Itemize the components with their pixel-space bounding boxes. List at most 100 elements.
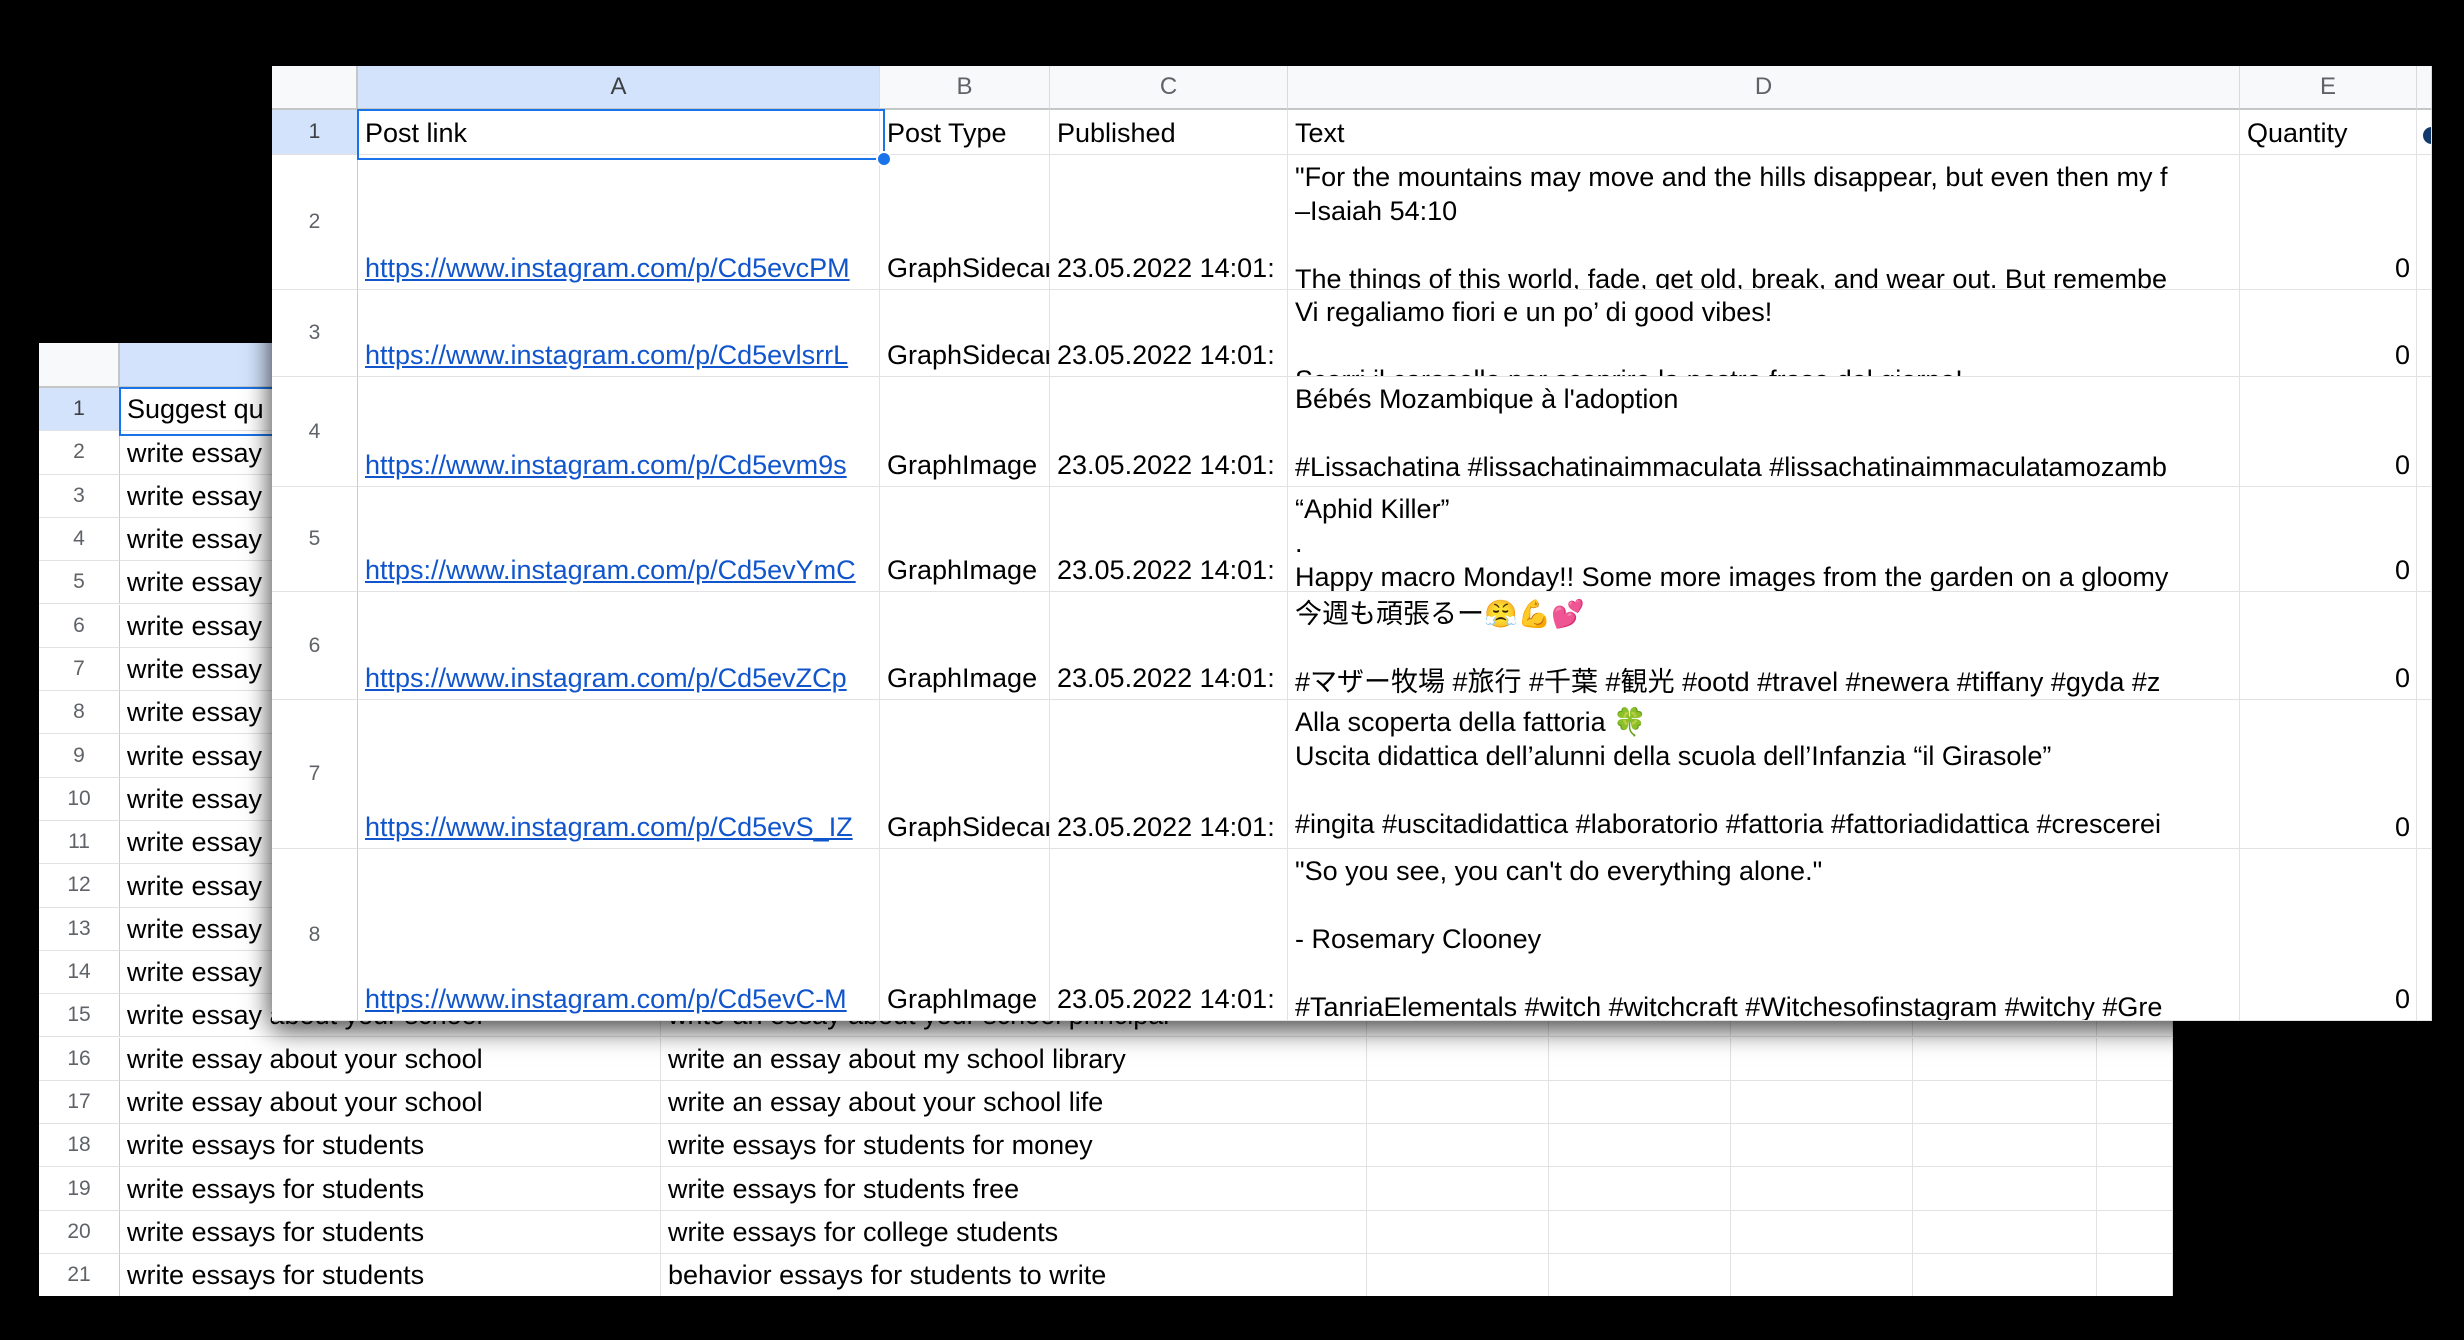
cell-empty[interactable]: [1549, 1124, 1731, 1167]
row-header-5[interactable]: 5: [272, 487, 358, 592]
cell-post-type[interactable]: GraphSidecar: [880, 290, 1050, 377]
cell-post-link[interactable]: https://www.instagram.com/p/Cd5evm9s: [358, 377, 880, 487]
cell-empty[interactable]: [1731, 1081, 1913, 1124]
row-header-5[interactable]: 5: [39, 561, 120, 604]
cell-empty[interactable]: [1731, 1211, 1913, 1254]
row-header-6[interactable]: 6: [272, 592, 358, 700]
cell-post-link[interactable]: https://www.instagram.com/p/Cd5evcPM: [358, 155, 880, 290]
row-header-1[interactable]: 1: [272, 110, 358, 155]
cell-empty[interactable]: [1913, 1124, 2097, 1167]
cell-empty[interactable]: [1367, 1038, 1549, 1081]
cell-quantity[interactable]: 0: [2240, 487, 2417, 592]
cell-empty[interactable]: [2417, 849, 2432, 1021]
cell-post-type[interactable]: GraphImage: [880, 377, 1050, 487]
cell-empty[interactable]: [1549, 1038, 1731, 1081]
row-header-3[interactable]: 3: [39, 475, 120, 518]
cell-empty[interactable]: [1913, 1167, 2097, 1210]
cell-empty[interactable]: [1913, 1254, 2097, 1296]
row-header-10[interactable]: 10: [39, 778, 120, 821]
row-header-11[interactable]: 11: [39, 821, 120, 864]
cell-text[interactable]: 今週も頑張るー😤💪💕#マザー牧場 #旅行 #千葉 #観光 #ootd #trav…: [1288, 592, 2240, 700]
row-header-7[interactable]: 7: [39, 648, 120, 691]
cell-empty[interactable]: [2417, 155, 2432, 290]
cell-quantity[interactable]: 0: [2240, 592, 2417, 700]
column-header-partial[interactable]: [2417, 66, 2432, 110]
cell-empty[interactable]: [2097, 1038, 2173, 1081]
row-header-16[interactable]: 16: [39, 1038, 120, 1081]
cell-suggestion[interactable]: behavior essays for students to write: [661, 1254, 1367, 1296]
cell-empty[interactable]: [1549, 1081, 1731, 1124]
row-header-17[interactable]: 17: [39, 1081, 120, 1124]
cell-empty[interactable]: [1913, 1038, 2097, 1081]
cell-quantity[interactable]: 0: [2240, 700, 2417, 849]
cell-empty[interactable]: [2097, 1081, 2173, 1124]
cell-empty[interactable]: [1549, 1211, 1731, 1254]
cell-text[interactable]: Bébés Mozambique à l'adoption#Lissachati…: [1288, 377, 2240, 487]
cell-empty[interactable]: [1367, 1254, 1549, 1296]
cell-suggest-query[interactable]: write essay about your school: [120, 1038, 661, 1081]
column-header-E[interactable]: E: [2240, 66, 2417, 110]
row-header-8[interactable]: 8: [39, 691, 120, 734]
cell-published[interactable]: 23.05.2022 14:01:: [1050, 487, 1288, 592]
cell-published[interactable]: 23.05.2022 14:01:: [1050, 849, 1288, 1021]
cell-empty[interactable]: [2417, 290, 2432, 377]
row-header-2[interactable]: 2: [39, 431, 120, 474]
cell-quantity[interactable]: 0: [2240, 290, 2417, 377]
cell-empty[interactable]: [1367, 1211, 1549, 1254]
cell-empty[interactable]: [1731, 1124, 1913, 1167]
cell-post-type[interactable]: GraphSidecar: [880, 700, 1050, 849]
cell-empty[interactable]: [1913, 1211, 2097, 1254]
cell-empty[interactable]: [2097, 1254, 2173, 1296]
cell-empty[interactable]: [1367, 1167, 1549, 1210]
cell-empty[interactable]: [1731, 1254, 1913, 1296]
cell-empty[interactable]: [2417, 377, 2432, 487]
cell-empty[interactable]: [2417, 592, 2432, 700]
row-header-2[interactable]: 2: [272, 155, 358, 290]
sheet-corner-select-all[interactable]: [39, 343, 120, 388]
row-header-7[interactable]: 7: [272, 700, 358, 849]
cell-suggestion[interactable]: write an essay about my school library: [661, 1038, 1367, 1081]
row-header-4[interactable]: 4: [272, 377, 358, 487]
cell-header-post-link[interactable]: Post link: [358, 110, 880, 155]
cell-empty[interactable]: [2417, 487, 2432, 592]
cell-empty[interactable]: [1913, 1081, 2097, 1124]
cell-text[interactable]: Alla scoperta della fattoria 🍀Uscita did…: [1288, 700, 2240, 849]
cell-suggest-query[interactable]: write essays for students: [120, 1124, 661, 1167]
row-header-9[interactable]: 9: [39, 734, 120, 777]
row-header-14[interactable]: 14: [39, 951, 120, 994]
cell-post-link[interactable]: https://www.instagram.com/p/Cd5evZCp: [358, 592, 880, 700]
cell-empty[interactable]: [1731, 1038, 1913, 1081]
cell-text[interactable]: "For the mountains may move and the hill…: [1288, 155, 2240, 290]
cell-post-type[interactable]: GraphImage: [880, 592, 1050, 700]
cell-text[interactable]: “Aphid Killer”.Happy macro Monday!! Some…: [1288, 487, 2240, 592]
cell-empty[interactable]: [1731, 1167, 1913, 1210]
row-header-18[interactable]: 18: [39, 1124, 120, 1167]
column-header-D[interactable]: D: [1288, 66, 2240, 110]
cell-suggestion[interactable]: write essays for students free: [661, 1167, 1367, 1210]
cell-quantity[interactable]: 0: [2240, 849, 2417, 1021]
cell-suggest-query[interactable]: write essays for students: [120, 1211, 661, 1254]
column-header-C[interactable]: C: [1050, 66, 1288, 110]
cell-post-type[interactable]: GraphSidecar: [880, 155, 1050, 290]
cell-post-link[interactable]: https://www.instagram.com/p/Cd5evlsrrL: [358, 290, 880, 377]
row-header-3[interactable]: 3: [272, 290, 358, 377]
cell-published[interactable]: 23.05.2022 14:01:: [1050, 592, 1288, 700]
row-header-1[interactable]: 1: [39, 388, 120, 431]
cell-text[interactable]: Vi regaliamo fiori e un po’ di good vibe…: [1288, 290, 2240, 377]
cell-quantity[interactable]: 0: [2240, 155, 2417, 290]
cell-suggestion[interactable]: write an essay about your school life: [661, 1081, 1367, 1124]
cell-suggest-query[interactable]: write essays for students: [120, 1254, 661, 1296]
cell-partial-next-column[interactable]: [2417, 110, 2432, 155]
cell-published[interactable]: 23.05.2022 14:01:: [1050, 155, 1288, 290]
row-header-21[interactable]: 21: [39, 1254, 120, 1296]
cell-post-link[interactable]: https://www.instagram.com/p/Cd5evYmC: [358, 487, 880, 592]
cell-empty[interactable]: [2417, 700, 2432, 849]
cell-empty[interactable]: [1549, 1167, 1731, 1210]
row-header-13[interactable]: 13: [39, 908, 120, 951]
cell-published[interactable]: 23.05.2022 14:01:: [1050, 377, 1288, 487]
cell-suggest-query[interactable]: write essay about your school: [120, 1081, 661, 1124]
cell-empty[interactable]: [2097, 1167, 2173, 1210]
cell-suggestion[interactable]: write essays for students for money: [661, 1124, 1367, 1167]
row-header-15[interactable]: 15: [39, 994, 120, 1037]
cell-text[interactable]: "So you see, you can't do everything alo…: [1288, 849, 2240, 1021]
